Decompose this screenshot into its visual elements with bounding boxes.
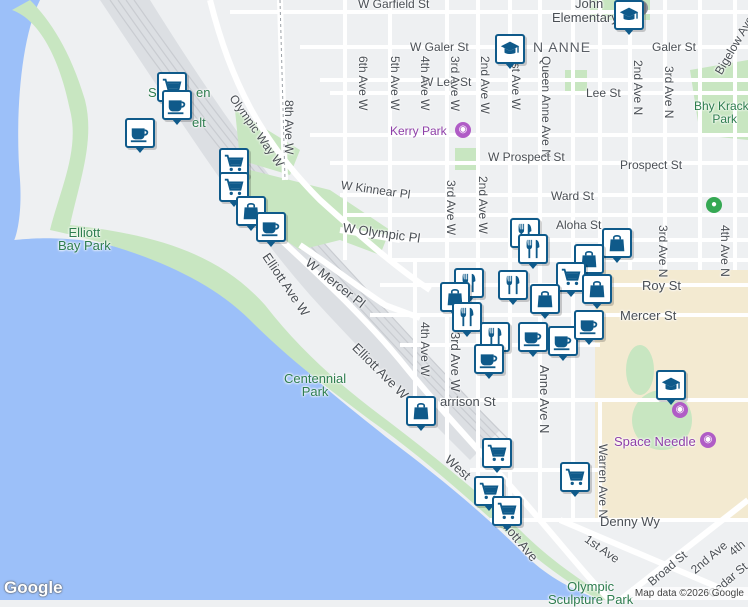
label-3rd-ave-w-mid: 3rd Ave W: [444, 180, 458, 236]
label-3rd-ave-n: 3rd Ave N: [662, 66, 676, 119]
coffee-cup-icon: [479, 354, 498, 369]
label-2nd-ave-n: 2nd Ave N: [631, 60, 645, 116]
label-denny-wy: Denny Wy: [600, 514, 660, 529]
label-8th-ave-w: 8th Ave W: [282, 100, 296, 155]
label-galer-st: Galer St: [652, 40, 697, 54]
shopping-bag-icon: [589, 280, 605, 298]
label-2nd-ave-w-top: 2nd Ave W: [478, 56, 492, 114]
label-smith-cove-3: elt: [192, 115, 206, 130]
map-marker-school[interactable]: [495, 34, 525, 69]
school-icon: [661, 377, 681, 391]
map-marker-restaurant[interactable]: [452, 302, 482, 337]
coffee-cup-icon: [167, 100, 186, 115]
shopping-cart-icon: [561, 268, 581, 286]
label-3rd-ave-w-low: 3rd Ave W: [448, 332, 463, 392]
map-attribution[interactable]: Map data ©2026 Google: [630, 587, 748, 600]
restaurant-icon: [526, 239, 540, 259]
park-poi-icon: ●: [706, 197, 722, 213]
map-marker-coffee-cup[interactable]: [162, 90, 192, 125]
label-roy-st: Roy St: [642, 278, 682, 293]
label-smith-cove-1: S: [148, 85, 157, 100]
shopping-cart-icon: [224, 154, 244, 172]
shopping-bag-icon: [609, 234, 625, 252]
map-marker-school[interactable]: [656, 370, 686, 405]
kerry-park-green: [455, 148, 477, 170]
label-bhy-kracke-park: Bhy KrackePark: [694, 99, 748, 126]
label-6th-ave-w: 6th Ave W: [356, 56, 370, 111]
label-3rd-ave-w-top: 3rd Ave W: [448, 56, 462, 112]
coffee-cup-icon: [261, 222, 280, 237]
map-marker-restaurant[interactable]: [498, 270, 528, 305]
map-marker-shopping-bag[interactable]: [530, 284, 560, 319]
map-marker-coffee-cup[interactable]: [256, 212, 286, 247]
map-marker-shopping-cart[interactable]: [492, 496, 522, 531]
label-mercer-st: Mercer St: [620, 308, 677, 323]
school-icon: [500, 41, 520, 55]
label-queen-anne-ave-n: Queen Anne Ave N: [539, 56, 553, 158]
shopping-bag-icon: [413, 402, 429, 420]
space-needle-poi-icon[interactable]: ◉: [700, 432, 716, 448]
map-marker-shopping-bag[interactable]: [582, 274, 612, 309]
map-marker-shopping-cart[interactable]: [560, 462, 590, 497]
label-4th-ave-w-low: 4th Ave W: [418, 322, 432, 377]
label-kerry-park: Kerry Park: [390, 124, 447, 138]
school-icon: [619, 7, 639, 21]
label-prospect-st: Prospect St: [620, 158, 683, 172]
kerry-park-poi-icon[interactable]: ◉: [455, 122, 471, 138]
label-w-prospect-st: W Prospect St: [488, 150, 565, 164]
label-ward-st: Ward St: [551, 189, 594, 203]
label-warren-ave-n: Warren Ave N: [596, 444, 610, 519]
shopping-cart-icon: [224, 178, 244, 196]
label-2nd-ave-w-mid: 2nd Ave W: [476, 176, 490, 234]
map-marker-shopping-bag[interactable]: [406, 396, 436, 431]
restaurant-icon: [506, 275, 520, 295]
map-marker-school[interactable]: [614, 0, 644, 35]
label-anne-ave-n: Anne Ave N: [537, 365, 552, 434]
label-aloha-st: Aloha St: [556, 218, 602, 232]
label-space-needle: Space Needle: [614, 434, 696, 449]
restaurant-icon: [460, 307, 474, 327]
coffee-cup-icon: [553, 336, 572, 351]
coffee-cup-icon: [523, 332, 542, 347]
map-marker-coffee-cup[interactable]: [518, 322, 548, 357]
map-marker-coffee-cup[interactable]: [125, 118, 155, 153]
label-smith-cove-2: en: [196, 85, 211, 100]
label-4th-ave-n-right: 4th Ave N: [718, 225, 732, 277]
label-elliott-bay-park: Elliott Bay Park: [58, 225, 111, 253]
google-logo[interactable]: Google: [4, 578, 63, 598]
label-centennial-park: Centennial Park: [284, 371, 347, 399]
map-marker-shopping-cart[interactable]: [482, 438, 512, 473]
coffee-cup-icon: [579, 320, 598, 335]
label-5th-ave-w: 5th Ave W: [388, 56, 402, 111]
label-3rd-ave-n-right: 3rd Ave N: [656, 225, 670, 278]
map-marker-restaurant[interactable]: [518, 234, 548, 269]
label-w-galer-st: W Galer St: [410, 40, 469, 54]
label-olympic-sculpture-park: Olympic Sculpture Park: [548, 579, 634, 607]
shopping-cart-icon: [565, 468, 585, 486]
shopping-bag-icon: [537, 290, 553, 308]
map-marker-coffee-cup[interactable]: [574, 310, 604, 345]
map-marker-shopping-bag[interactable]: [602, 228, 632, 263]
label-lee-st: Lee St: [586, 86, 621, 100]
label-4th-ave-w-top: 4th Ave W: [418, 56, 432, 111]
shopping-cart-icon: [487, 444, 507, 462]
label-w-garfield-st: W Garfield St: [358, 0, 430, 11]
map-marker-coffee-cup[interactable]: [474, 344, 504, 379]
coffee-cup-icon: [130, 128, 149, 143]
label-queen-anne: N ANNE: [533, 39, 592, 55]
shopping-cart-icon: [497, 502, 517, 520]
label-harrison-st: arrison St: [440, 394, 496, 409]
